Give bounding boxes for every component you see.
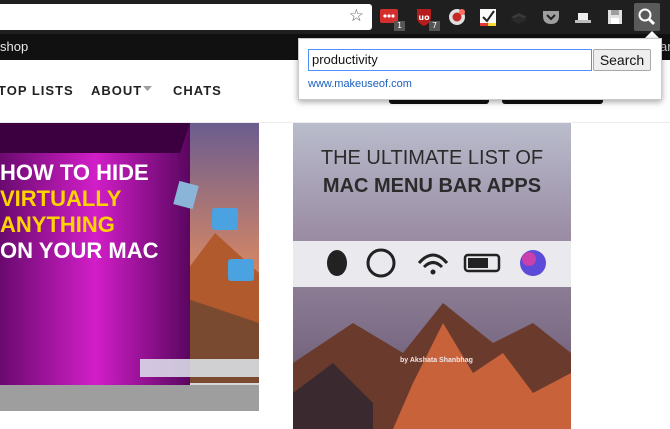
extension-save-icon[interactable] bbox=[604, 6, 626, 28]
extension-laptop-icon[interactable] bbox=[572, 6, 594, 28]
site-search-icon[interactable] bbox=[634, 3, 660, 31]
bookmark-star-icon[interactable]: ☆ bbox=[349, 6, 364, 26]
extension-dots-icon[interactable]: 1 bbox=[379, 6, 405, 31]
article-headline: HOW TO HIDE VIRTUALLY ANYTHING ON YOUR M… bbox=[0, 160, 159, 264]
search-input[interactable] bbox=[308, 49, 592, 71]
extension-badge: 1 bbox=[394, 21, 405, 31]
article-author: by Akshata Shanbhag bbox=[400, 357, 473, 364]
nav-chats[interactable]: CHATS bbox=[173, 83, 222, 98]
bookmark-shop[interactable]: shop bbox=[0, 39, 28, 54]
extension-badge: 7 bbox=[429, 21, 440, 31]
nav-about[interactable]: ABOUT bbox=[91, 83, 142, 98]
search-button[interactable]: Search bbox=[593, 49, 651, 71]
headline-line-3: ANYTHING bbox=[0, 212, 115, 237]
headline-line-2: VIRTUALLY bbox=[0, 186, 122, 211]
nav-top-lists[interactable]: TOP LISTS bbox=[0, 83, 74, 98]
headline-line-4: ON YOUR MAC bbox=[0, 238, 159, 263]
extension-puzzle-icon[interactable] bbox=[446, 6, 468, 28]
title-line-1: THE ULTIMATE LIST OF bbox=[320, 147, 544, 169]
ublock-icon[interactable]: uo 7 bbox=[414, 6, 440, 31]
browser-toolbar: ☆ 1 uo 7 bbox=[0, 0, 670, 34]
extension-checkmark-icon[interactable] bbox=[477, 6, 499, 28]
site-domain-label: www.makeuseof.com bbox=[308, 78, 412, 90]
chevron-down-icon bbox=[143, 86, 152, 91]
popup-arrow bbox=[645, 31, 659, 38]
article-thumbnail-hide-anything[interactable]: HOW TO HIDE VIRTUALLY ANYTHING ON YOUR M… bbox=[0, 123, 259, 429]
address-bar[interactable]: ☆ bbox=[0, 4, 372, 30]
article-title: THE ULTIMATE LIST OF MAC MENU BAR APPS bbox=[293, 144, 571, 200]
pocket-icon[interactable] bbox=[540, 6, 562, 28]
site-search-popup: Search www.makeuseof.com bbox=[298, 38, 662, 100]
title-line-2: MAC MENU BAR APPS bbox=[322, 175, 542, 197]
extension-layers-icon[interactable] bbox=[508, 6, 530, 28]
headline-line-1: HOW TO HIDE bbox=[0, 160, 149, 185]
